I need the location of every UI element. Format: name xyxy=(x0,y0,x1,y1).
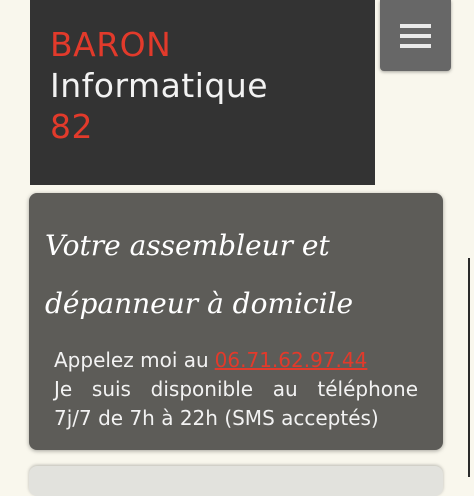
menu-bar-bottom xyxy=(400,43,431,48)
logo-line-informatique: Informatique xyxy=(50,66,269,105)
logo-line-baron: BARON xyxy=(50,25,172,64)
hero-title-line-1: Votre assembleur et xyxy=(45,229,330,262)
menu-bar-middle xyxy=(400,33,431,38)
scrollbar[interactable] xyxy=(468,258,474,477)
contact-info: Appelez moi au 06.71.62.97.44 Je suis dis… xyxy=(54,346,418,433)
hero-title: Votre assembleur et dépanneur à domicile xyxy=(45,217,437,333)
availability-text: Je suis disponible au téléphone xyxy=(54,377,418,401)
call-line: Appelez moi au 06.71.62.97.44 xyxy=(54,346,418,375)
next-section-card xyxy=(29,466,443,496)
phone-link[interactable]: 06.71.62.97.44 xyxy=(215,348,368,372)
hero-card: Votre assembleur et dépanneur à domicile… xyxy=(29,193,443,450)
logo-line-82: 82 xyxy=(50,107,93,146)
hero-title-line-2: dépanneur à domicile xyxy=(45,287,354,320)
menu-bar-top xyxy=(400,23,431,28)
hamburger-menu-icon[interactable] xyxy=(380,0,451,71)
hours-text: 7j/7 de 7h à 22h (SMS acceptés) xyxy=(54,406,379,430)
logo-text[interactable]: BARON Informatique 82 xyxy=(50,24,268,147)
call-prefix: Appelez moi au xyxy=(54,348,209,372)
